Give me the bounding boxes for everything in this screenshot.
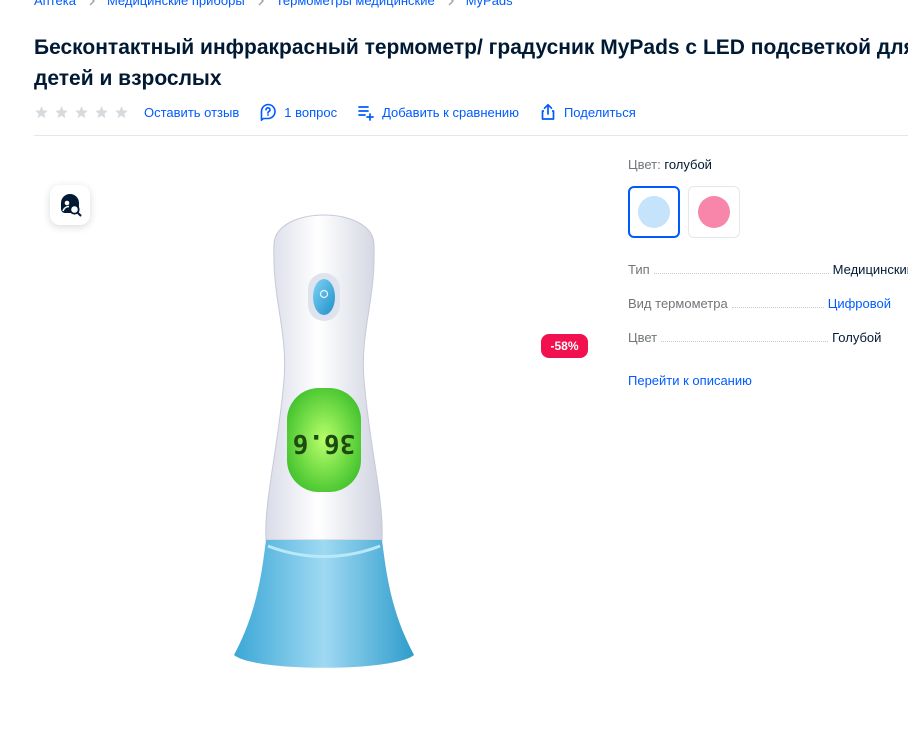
spec-name: Цвет xyxy=(628,330,658,345)
share-button[interactable]: Поделиться xyxy=(539,103,636,121)
spec-row: Тип Медицинский xyxy=(628,262,908,296)
compare-label: Добавить к сравнению xyxy=(382,104,519,120)
color-dot xyxy=(698,196,730,228)
spec-row: Вид термометра Цифровой xyxy=(628,296,908,330)
star-icon xyxy=(54,105,69,120)
leave-review-link[interactable]: Оставить отзыв xyxy=(144,105,239,120)
product-title: Бесконтактный инфракрасный термометр/ гр… xyxy=(34,36,908,90)
chevron-right-icon xyxy=(447,0,455,6)
spec-row: Цвет Голубой xyxy=(628,330,908,364)
breadcrumb-link-thermometers[interactable]: Термометры медицинские xyxy=(276,0,435,8)
image-search-icon xyxy=(61,194,82,217)
product-actions-bar: Оставить отзыв 1 вопрос Добавить к сравн… xyxy=(34,102,656,122)
color-label-title: Цвет: xyxy=(628,157,661,172)
product-image[interactable]: 36.6 xyxy=(204,210,444,680)
specs-list: Тип Медицинский Вид термометра Цифровой … xyxy=(628,262,908,364)
breadcrumb-link-medical-devices[interactable]: Медицинские приборы xyxy=(107,0,245,8)
add-to-compare-button[interactable]: Добавить к сравнению xyxy=(357,103,519,121)
image-search-button[interactable] xyxy=(50,185,90,225)
share-icon xyxy=(539,103,557,121)
compare-icon xyxy=(357,103,375,121)
divider xyxy=(34,135,908,136)
color-label-value: голубой xyxy=(664,157,712,172)
lcd-readout: 36.6 xyxy=(293,428,356,458)
chevron-right-icon xyxy=(257,0,265,6)
color-label: Цвет: голубой xyxy=(628,157,712,172)
product-gallery: 36.6 -58% xyxy=(34,150,604,741)
chevron-right-icon xyxy=(88,0,96,6)
share-label: Поделиться xyxy=(563,104,636,120)
questions-link[interactable]: 1 вопрос xyxy=(259,103,337,121)
spec-value-link[interactable]: Цифровой xyxy=(828,296,891,311)
rating-stars[interactable] xyxy=(34,105,134,120)
spec-name: Вид термометра xyxy=(628,296,728,311)
star-icon xyxy=(94,105,109,120)
spec-dots xyxy=(653,273,829,274)
star-icon xyxy=(74,105,89,120)
spec-dots xyxy=(661,341,829,342)
questions-label: 1 вопрос xyxy=(284,104,338,120)
spec-name: Тип xyxy=(628,262,650,277)
spec-value: Голубой xyxy=(832,330,882,345)
breadcrumb-link-brand[interactable]: MyPads xyxy=(466,0,513,8)
color-swatch-pink[interactable] xyxy=(688,186,740,238)
color-dot xyxy=(638,196,670,228)
spec-value: Медицинский xyxy=(832,262,908,277)
breadcrumb: Аптека Медицинские приборы Термометры ме… xyxy=(34,0,513,8)
star-icon xyxy=(114,105,129,120)
go-to-description-link[interactable]: Перейти к описанию xyxy=(628,373,752,388)
breadcrumb-link-pharmacy[interactable]: Аптека xyxy=(34,0,76,8)
discount-badge: -58% xyxy=(541,334,588,358)
color-swatch-blue[interactable] xyxy=(628,186,680,238)
spec-dots xyxy=(731,307,824,308)
question-icon xyxy=(259,103,277,121)
star-icon xyxy=(34,105,49,120)
